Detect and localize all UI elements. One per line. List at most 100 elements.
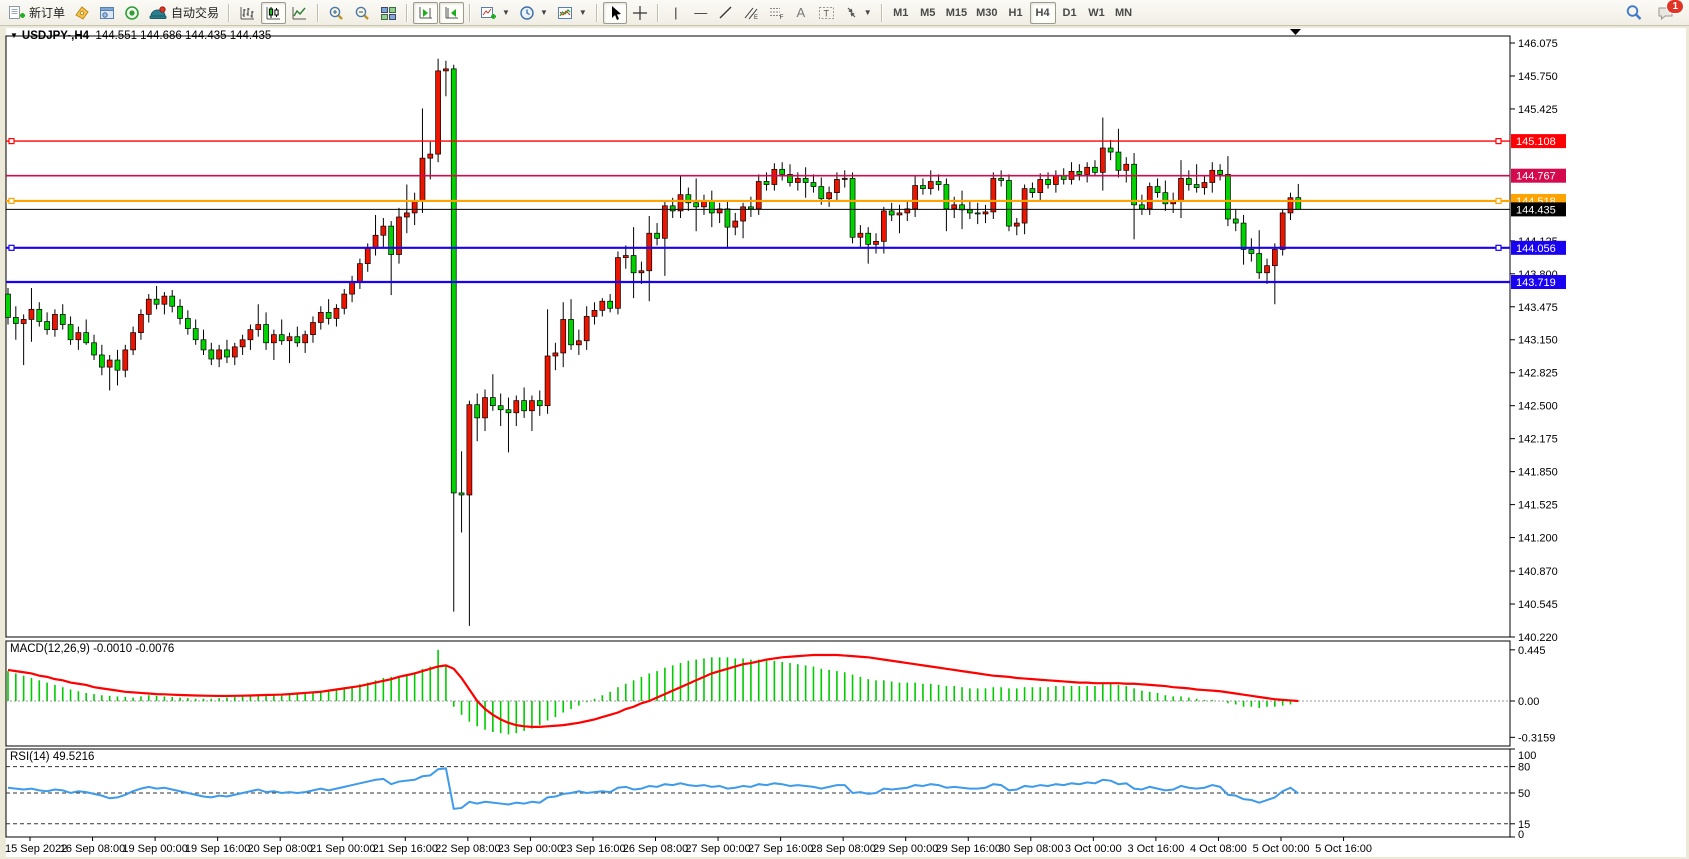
horizontal-line-icon: — <box>694 6 707 19</box>
svg-text:142.825: 142.825 <box>1518 368 1558 380</box>
zoom-out-button[interactable] <box>350 2 375 24</box>
time-axis: 15 Sep 202216 Sep 08:0019 Sep 00:0019 Se… <box>5 837 1372 855</box>
market-watch-button[interactable] <box>70 2 94 24</box>
line-chart-icon <box>291 5 308 21</box>
tile-windows-button[interactable] <box>376 2 401 24</box>
new-order-label: 新订单 <box>29 4 65 21</box>
indicators-button[interactable]: ▼ <box>553 2 591 24</box>
svg-text:16 Sep 08:00: 16 Sep 08:00 <box>60 843 125 855</box>
timeframe-button-W1[interactable]: W1 <box>1084 2 1110 24</box>
crosshair-icon <box>632 5 648 21</box>
svg-text:3 Oct 00:00: 3 Oct 00:00 <box>1065 843 1122 855</box>
text-label-tool-button[interactable]: T <box>814 2 839 24</box>
svg-text:27 Sep 16:00: 27 Sep 16:00 <box>748 843 813 855</box>
navigator-button[interactable] <box>95 2 119 24</box>
svg-text:5 Oct 00:00: 5 Oct 00:00 <box>1253 843 1310 855</box>
timeframe-button-D1[interactable]: D1 <box>1057 2 1083 24</box>
search-icon <box>1625 4 1643 21</box>
trendline-tool-button[interactable] <box>714 2 738 24</box>
svg-text:21 Sep 00:00: 21 Sep 00:00 <box>310 843 375 855</box>
chart-canvas[interactable]: 146.075145.750145.425144.125143.800143.4… <box>0 26 1689 859</box>
timeframe-button-M1[interactable]: M1 <box>888 2 914 24</box>
main-toolbar: 新订单 自动交易 ▼ ▼ <box>0 0 1689 26</box>
auto-scroll-button[interactable] <box>439 2 464 24</box>
svg-text:100: 100 <box>1518 750 1536 762</box>
tile-windows-icon <box>380 5 397 21</box>
fibonacci-tool-button[interactable]: F <box>764 2 788 24</box>
notification-badge: 1 <box>1666 0 1684 14</box>
svg-text:22 Sep 08:00: 22 Sep 08:00 <box>435 843 500 855</box>
svg-text:140.220: 140.220 <box>1518 632 1558 644</box>
terminal-button[interactable] <box>120 2 144 24</box>
auto-scroll-icon <box>443 5 460 21</box>
svg-text:-0.3159: -0.3159 <box>1518 732 1555 744</box>
timeframe-button-M15[interactable]: M15 <box>942 2 971 24</box>
svg-text:140.870: 140.870 <box>1518 566 1558 578</box>
svg-text:0.445: 0.445 <box>1518 645 1546 657</box>
text-tool-button[interactable]: A <box>789 2 813 24</box>
svg-text:0.00: 0.00 <box>1518 696 1539 708</box>
candlestick-chart-icon <box>265 5 282 21</box>
svg-text:143.719: 143.719 <box>1516 277 1556 289</box>
toolbar-separator <box>881 4 883 22</box>
new-chart-button[interactable]: ▼ <box>476 2 514 24</box>
chart-type-candles-button[interactable] <box>261 2 286 24</box>
toolbar-separator <box>596 4 598 22</box>
toolbar-separator <box>406 4 408 22</box>
svg-text:141.525: 141.525 <box>1518 500 1558 512</box>
fibonacci-icon: F <box>768 5 784 20</box>
svg-text:3 Oct 16:00: 3 Oct 16:00 <box>1127 843 1184 855</box>
new-order-button[interactable]: 新订单 <box>4 2 69 24</box>
toolbar-separator <box>228 4 230 22</box>
zoom-in-button[interactable] <box>324 2 349 24</box>
clock-icon <box>519 5 535 21</box>
equidistant-channel-icon: E <box>743 5 759 20</box>
timeframe-button-H4[interactable]: H4 <box>1030 2 1056 24</box>
svg-text:E: E <box>754 15 758 20</box>
notifications-button[interactable]: 1 <box>1653 2 1679 24</box>
timeframe-button-M5[interactable]: M5 <box>915 2 941 24</box>
svg-text:28 Sep 08:00: 28 Sep 08:00 <box>810 843 875 855</box>
svg-text:143.150: 143.150 <box>1518 335 1558 347</box>
svg-text:142.500: 142.500 <box>1518 401 1558 413</box>
horizontal-line-tool-button[interactable]: — <box>689 2 713 24</box>
cursor-tool-button[interactable] <box>603 2 627 24</box>
svg-text:142.175: 142.175 <box>1518 434 1558 446</box>
timeframe-button-MN[interactable]: MN <box>1111 2 1137 24</box>
svg-text:23 Sep 16:00: 23 Sep 16:00 <box>560 843 625 855</box>
svg-text:29 Sep 00:00: 29 Sep 00:00 <box>873 843 938 855</box>
dropdown-arrow-icon: ▼ <box>540 8 548 17</box>
chart-type-line-button[interactable] <box>287 2 312 24</box>
chart-shift-button[interactable] <box>413 2 438 24</box>
crosshair-tool-button[interactable] <box>628 2 652 24</box>
chart-window[interactable]: 146.075145.750145.425144.125143.800143.4… <box>0 26 1689 859</box>
main-pane <box>6 36 1510 637</box>
svg-text:4 Oct 08:00: 4 Oct 08:00 <box>1190 843 1247 855</box>
vertical-line-tool-button[interactable]: | <box>664 2 688 24</box>
chart-shift-marker[interactable] <box>1290 29 1301 35</box>
text-icon: A <box>796 6 805 19</box>
svg-text:144.767: 144.767 <box>1516 171 1556 183</box>
search-button[interactable] <box>1621 2 1647 24</box>
equidistant-channel-tool-button[interactable]: E <box>739 2 763 24</box>
vertical-line-icon: | <box>674 6 677 19</box>
auto-trading-icon <box>149 5 167 21</box>
cursor-icon <box>608 5 622 21</box>
svg-text:50: 50 <box>1518 788 1530 800</box>
svg-text:26 Sep 08:00: 26 Sep 08:00 <box>623 843 688 855</box>
svg-text:144.435: 144.435 <box>1516 204 1556 216</box>
period-button[interactable]: ▼ <box>515 2 552 24</box>
svg-text:141.850: 141.850 <box>1518 467 1558 479</box>
auto-trading-button[interactable]: 自动交易 <box>145 2 223 24</box>
chart-shift-icon <box>417 5 434 21</box>
arrows-tool-button[interactable]: ▼ <box>840 2 876 24</box>
timeframe-button-M30[interactable]: M30 <box>972 2 1001 24</box>
svg-text:80: 80 <box>1518 762 1530 774</box>
svg-text:141.200: 141.200 <box>1518 533 1558 545</box>
zoom-in-icon <box>328 5 345 21</box>
svg-text:29 Sep 16:00: 29 Sep 16:00 <box>936 843 1001 855</box>
timeframe-button-H1[interactable]: H1 <box>1003 2 1029 24</box>
chart-type-bars-button[interactable] <box>235 2 260 24</box>
svg-text:19 Sep 00:00: 19 Sep 00:00 <box>122 843 187 855</box>
dropdown-arrow-icon: ▼ <box>502 8 510 17</box>
